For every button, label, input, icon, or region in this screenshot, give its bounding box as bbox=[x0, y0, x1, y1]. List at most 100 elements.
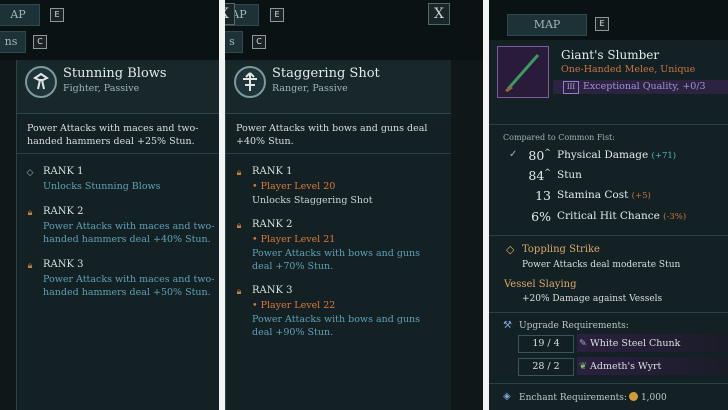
description-line: +40% Stun. bbox=[236, 136, 294, 147]
lock-icon: 🔒︎ bbox=[236, 287, 242, 297]
rank-detail: deal +90% Stun. bbox=[252, 327, 334, 338]
enchant-diamond-icon: ◈ bbox=[503, 391, 511, 402]
rank-detail: Power Attacks with maces and two- bbox=[43, 221, 215, 232]
lock-icon: 🔒︎ bbox=[27, 261, 33, 271]
material-label: White Steel Chunk bbox=[590, 338, 681, 349]
rank-detail: Unlocks Staggering Shot bbox=[252, 195, 373, 206]
weapon-icon bbox=[497, 46, 549, 98]
herb-icon: ❦ bbox=[579, 361, 587, 372]
skill-subtitle: Ranger, Passive bbox=[272, 83, 348, 94]
close-button[interactable]: X bbox=[225, 3, 235, 25]
rank-name: RANK 2 bbox=[252, 219, 293, 230]
enchant-label: Enchant Requirements: bbox=[519, 393, 627, 403]
skill-title: Stunning Blows bbox=[63, 66, 167, 81]
rank-name: RANK 2 bbox=[43, 206, 84, 217]
tab-key-hint: C bbox=[252, 35, 266, 49]
upgrade-requirements-label: Upgrade Requirements: bbox=[519, 321, 629, 331]
crossbow-skill-icon bbox=[234, 66, 266, 98]
up-arrow-icon: ^ bbox=[544, 148, 551, 157]
stat-value: 6% bbox=[531, 209, 551, 224]
rank-detail: Power Attacks with bows and guns bbox=[252, 248, 421, 259]
stat-crit-chance: 6% Critical Hit Chance (-3%) bbox=[509, 209, 728, 227]
rank-name: RANK 1 bbox=[252, 166, 293, 177]
staggering-shot-panel: AP E X X s C Staggering Shot Ranger, Pas… bbox=[225, 0, 483, 410]
diamond-icon: ◇ bbox=[26, 168, 34, 178]
material-count: 28 / 2 bbox=[518, 358, 574, 376]
item-tooltip-panel: MAP E Giant's Slumber One-Handed Melee, … bbox=[489, 0, 728, 410]
rank-name: RANK 3 bbox=[43, 259, 84, 270]
lock-icon: 🔒︎ bbox=[27, 208, 33, 218]
ore-icon: ✎ bbox=[579, 338, 587, 349]
stat-stamina-cost: 13 Stamina Cost (+5) bbox=[509, 188, 728, 206]
divider bbox=[489, 312, 728, 313]
tab-map[interactable]: MAP bbox=[507, 14, 587, 36]
stat-name: Stamina Cost (+5) bbox=[557, 189, 651, 201]
item-type: One-Handed Melee, Unique bbox=[561, 64, 696, 75]
stat-number: 80 bbox=[528, 148, 545, 164]
perk-text: Power Attacks deal moderate Stun bbox=[522, 260, 681, 270]
stat-label: Stamina Cost bbox=[557, 189, 629, 201]
tab-key-hint: E bbox=[50, 8, 64, 22]
tab-skills[interactable]: s bbox=[225, 31, 243, 53]
stat-name: Critical Hit Chance (-3%) bbox=[557, 210, 686, 222]
lock-icon: 🔒︎ bbox=[236, 221, 242, 231]
lock-icon: 🔒︎ bbox=[236, 168, 242, 178]
material-count: 19 / 4 bbox=[518, 335, 574, 353]
stat-label: Stun bbox=[557, 169, 582, 181]
stat-value: 80^ bbox=[528, 148, 551, 163]
quality-text: Exceptional Quality, +0/3 bbox=[583, 81, 706, 92]
rank-name: RANK 1 bbox=[43, 166, 84, 177]
item-name: Giant's Slumber bbox=[561, 48, 660, 62]
tab-skills[interactable]: ns bbox=[0, 31, 26, 53]
coin-icon bbox=[628, 392, 638, 401]
skill-card: Staggering Shot Ranger, Passive Power At… bbox=[225, 60, 451, 410]
description-line: Power Attacks with maces and two- bbox=[27, 123, 199, 134]
tab-map[interactable]: AP bbox=[0, 4, 40, 26]
material-name: ✎ White Steel Chunk bbox=[579, 338, 680, 349]
tab-key-hint: E bbox=[270, 8, 284, 22]
equipped-check-icon: ✓ bbox=[509, 149, 518, 160]
rank-detail: handed hammers deal +40% Stun. bbox=[43, 234, 211, 245]
enchant-cost: 1,000 bbox=[640, 393, 667, 403]
stat-delta: (+5) bbox=[631, 191, 651, 201]
stat-stun: 84^ Stun bbox=[509, 168, 728, 186]
up-arrow-icon: ^ bbox=[544, 168, 551, 177]
divider bbox=[489, 383, 728, 384]
stat-number: 84 bbox=[528, 168, 545, 184]
stat-physical-damage: ✓ 80^ Physical Damage (+71) bbox=[509, 148, 728, 166]
perk-title: Toppling Strike bbox=[522, 244, 600, 255]
rank-detail: handed hammers deal +50% Stun. bbox=[43, 287, 211, 298]
description-line: Power Attacks with bows and guns deal bbox=[236, 123, 428, 134]
divider bbox=[226, 153, 451, 154]
rank-detail: Unlocks Stunning Blows bbox=[43, 181, 161, 192]
tab-key-hint: E bbox=[595, 17, 609, 31]
skill-card: Stunning Blows Fighter, Passive Power At… bbox=[16, 60, 219, 410]
divider bbox=[489, 124, 728, 125]
rank-detail: Power Attacks with maces and two- bbox=[43, 274, 215, 285]
rank-requirement: • Player Level 20 bbox=[252, 181, 336, 192]
rank-detail: deal +70% Stun. bbox=[252, 261, 334, 272]
quality-badge: III bbox=[563, 81, 579, 94]
quality-row: III Exceptional Quality, +0/3 bbox=[553, 80, 728, 94]
skill-description: Power Attacks with bows and guns deal +4… bbox=[236, 122, 443, 148]
skill-subtitle: Fighter, Passive bbox=[63, 83, 140, 94]
perk-title: Vessel Slaying bbox=[504, 279, 577, 290]
stat-delta: (-3%) bbox=[663, 212, 687, 222]
divider bbox=[17, 153, 219, 154]
divider bbox=[489, 235, 728, 236]
stat-value: 13 bbox=[535, 188, 551, 203]
close-button[interactable]: X bbox=[428, 3, 450, 25]
skill-header: Stunning Blows Fighter, Passive bbox=[17, 60, 219, 114]
skill-title: Staggering Shot bbox=[272, 66, 380, 81]
rank-requirement: • Player Level 21 bbox=[252, 234, 336, 245]
stat-delta: (+71) bbox=[651, 151, 677, 161]
rank-detail: Power Attacks with bows and guns bbox=[252, 314, 421, 325]
skill-description: Power Attacks with maces and two- handed… bbox=[27, 122, 211, 148]
stat-value: 84^ bbox=[528, 168, 551, 183]
perk-diamond-icon: ◇ bbox=[506, 243, 515, 256]
stat-label: Physical Damage bbox=[557, 149, 649, 161]
description-line: handed hammers deal +25% Stun. bbox=[27, 136, 195, 147]
rank-requirement: • Player Level 22 bbox=[252, 300, 336, 311]
stunning-blows-panel: AP E ns C Stunning Blows Fighter, Passiv… bbox=[0, 0, 219, 410]
compare-label: Compared to Common Fist: bbox=[503, 133, 615, 142]
